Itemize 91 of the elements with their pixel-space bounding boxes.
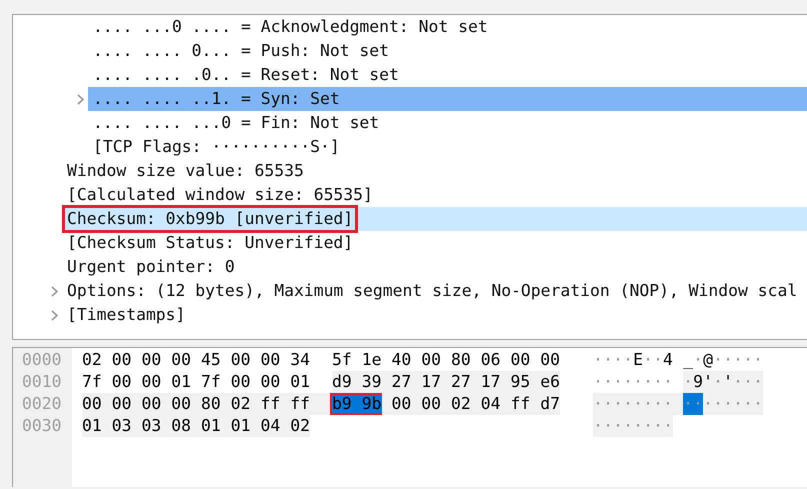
hex-byte[interactable]: 9b xyxy=(362,393,384,415)
field-text: .... .... .0.. = Reset: Not set xyxy=(92,64,400,86)
tree-row[interactable]: [Timestamps] xyxy=(62,303,807,327)
tree-row[interactable]: [TCP Flags: ··········S·] xyxy=(88,135,807,159)
field-text: [Timestamps] xyxy=(66,304,186,326)
hex-byte[interactable]: 01 xyxy=(82,415,112,437)
hex-byte[interactable]: 00 xyxy=(142,371,172,393)
hex-byte[interactable]: 00 xyxy=(540,349,560,371)
hex-byte[interactable]: b9 xyxy=(330,393,362,415)
field-text: .... .... ..1. = Syn: Set xyxy=(92,88,341,110)
hex-byte[interactable]: 5f xyxy=(332,349,362,371)
hex-byte[interactable]: 7f xyxy=(201,371,231,393)
hex-byte[interactable]: ff xyxy=(260,393,290,415)
hex-byte[interactable]: 00 xyxy=(421,349,451,371)
hex-byte[interactable]: 06 xyxy=(480,349,510,371)
hex-byte[interactable]: 17 xyxy=(480,371,510,393)
hex-byte[interactable]: 1e xyxy=(362,349,392,371)
tree-row[interactable]: Urgent pointer: 0 xyxy=(62,255,807,279)
hex-byte[interactable]: 27 xyxy=(392,371,422,393)
offset-label: 0000 xyxy=(21,349,62,371)
hex-byte[interactable]: 80 xyxy=(451,349,481,371)
hex-byte[interactable]: 95 xyxy=(510,371,540,393)
ascii-char[interactable]: ' xyxy=(723,371,733,393)
offset-label: 0020 xyxy=(21,393,62,415)
field-text: [Calculated window size: 65535] xyxy=(66,184,374,206)
tree-row[interactable]: .... .... 0... = Push: Not set xyxy=(88,39,807,63)
tree-row[interactable]: .... .... ...0 = Fin: Not set xyxy=(88,111,807,135)
hex-byte[interactable]: d7 xyxy=(540,393,560,415)
tree-row[interactable]: Checksum: 0xb99b [unverified] xyxy=(62,207,807,231)
field-text: [TCP Flags: ··········S·] xyxy=(92,136,341,158)
hex-byte[interactable]: ff xyxy=(510,393,540,415)
tree-row[interactable]: .... ...0 .... = Acknowledgment: Not set xyxy=(88,15,807,39)
hex-byte[interactable]: 40 xyxy=(392,349,422,371)
tree-row[interactable]: .... .... ..1. = Syn: Set xyxy=(88,87,807,111)
hex-byte[interactable]: 01 xyxy=(171,371,201,393)
field-text: .... .... ...0 = Fin: Not set xyxy=(92,112,380,134)
hex-byte[interactable]: 80 xyxy=(201,393,231,415)
hex-byte[interactable]: 00 xyxy=(112,349,142,371)
tree-row[interactable]: Window size value: 65535 xyxy=(62,159,807,183)
hex-byte[interactable]: 00 xyxy=(112,393,142,415)
tree-row[interactable]: [Checksum Status: Unverified] xyxy=(62,231,807,255)
hex-byte[interactable]: 00 xyxy=(142,349,172,371)
hex-byte[interactable]: e6 xyxy=(540,371,560,393)
hex-byte[interactable]: 00 xyxy=(230,349,260,371)
hex-byte[interactable]: 00 xyxy=(112,371,142,393)
hex-byte[interactable]: 00 xyxy=(171,393,201,415)
hex-byte[interactable]: 27 xyxy=(451,371,481,393)
hex-byte[interactable]: 00 xyxy=(171,349,201,371)
hex-byte[interactable]: 02 xyxy=(82,349,112,371)
ascii-char[interactable]: @ xyxy=(703,349,713,371)
offset-label: 0030 xyxy=(21,415,62,437)
hex-byte[interactable]: 00 xyxy=(82,393,112,415)
hex-byte[interactable]: 00 xyxy=(260,349,290,371)
ascii-char[interactable]: E xyxy=(633,349,643,371)
hex-byte[interactable]: 7f xyxy=(82,371,112,393)
hex-byte[interactable]: ff xyxy=(290,393,332,415)
ascii-char[interactable]: 9 xyxy=(693,371,703,393)
hex-byte[interactable]: 00 xyxy=(510,349,540,371)
hex-byte[interactable]: 39 xyxy=(362,371,392,393)
hex-byte[interactable]: 04 xyxy=(480,393,510,415)
hex-byte[interactable]: 01 xyxy=(201,415,231,437)
hex-byte[interactable]: 00 xyxy=(230,371,260,393)
ascii-char[interactable]: ' xyxy=(703,371,713,393)
hex-byte[interactable]: 02 xyxy=(290,415,310,437)
hex-byte[interactable]: 45 xyxy=(201,349,231,371)
field-text: .... .... 0... = Push: Not set xyxy=(92,40,390,62)
hex-byte[interactable]: 02 xyxy=(451,393,481,415)
hex-byte[interactable]: 00 xyxy=(142,393,172,415)
hex-byte[interactable]: 01 xyxy=(290,371,332,393)
hex-byte[interactable]: 00 xyxy=(260,371,290,393)
ascii-char[interactable]: 4 xyxy=(663,349,683,371)
tree-row[interactable]: .... .... .0.. = Reset: Not set xyxy=(88,63,807,87)
hex-byte[interactable]: 01 xyxy=(230,415,260,437)
hex-byte[interactable]: d9 xyxy=(332,371,362,393)
field-text: [Checksum Status: Unverified] xyxy=(66,232,354,254)
field-text: Checksum: 0xb99b [unverified] xyxy=(63,206,358,232)
hex-byte[interactable]: 08 xyxy=(171,415,201,437)
tree-row[interactable]: [Calculated window size: 65535] xyxy=(62,183,807,207)
ascii-char[interactable]: _ xyxy=(683,349,693,371)
hex-byte[interactable]: 00 xyxy=(421,393,451,415)
hex-byte[interactable]: 03 xyxy=(142,415,172,437)
hex-byte[interactable]: 02 xyxy=(230,393,260,415)
hex-byte[interactable]: 17 xyxy=(421,371,451,393)
field-text: Window size value: 65535 xyxy=(66,160,305,182)
hex-byte[interactable]: 34 xyxy=(290,349,332,371)
hex-byte[interactable]: 00 xyxy=(382,393,422,415)
hex-byte[interactable]: 03 xyxy=(112,415,142,437)
hex-byte[interactable]: 04 xyxy=(260,415,290,437)
field-text: .... ...0 .... = Acknowledgment: Not set xyxy=(92,16,489,38)
field-text: Urgent pointer: 0 xyxy=(66,256,236,278)
offset-label: 0010 xyxy=(21,371,62,393)
